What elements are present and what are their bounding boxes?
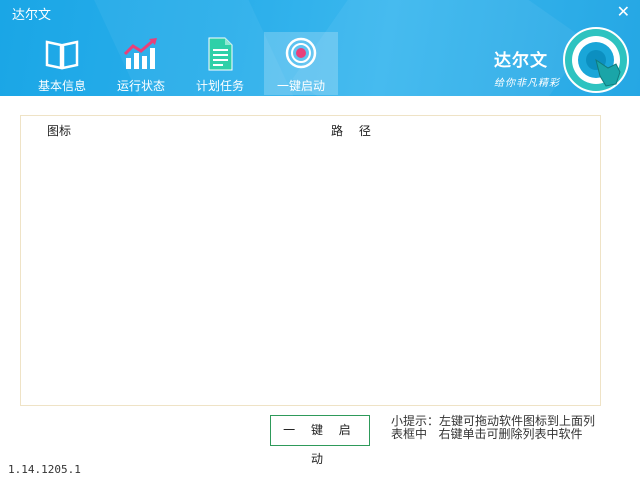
column-header-icon: 图标 [47, 124, 72, 138]
tab-basic-info[interactable]: 基本信息 [25, 32, 99, 95]
hint-line: 表框中 右键单击可删除列表中软件 [391, 427, 583, 441]
close-icon[interactable]: ✕ [617, 2, 630, 21]
brand-slogan: 给你非凡精彩 [494, 78, 560, 89]
power-target-icon [285, 37, 317, 69]
hint-text: 小提示：左键可拖动软件图标到上面列 表框中 右键单击可删除列表中软件 [391, 415, 595, 441]
book-icon [45, 40, 79, 70]
chart-icon [123, 38, 157, 69]
document-icon [208, 37, 233, 71]
brand: 达尔文 给你非凡精彩 [494, 46, 560, 89]
tab-label: 基本信息 [37, 79, 86, 93]
tab-label: 计划任务 [195, 79, 244, 93]
column-header-path: 路 径 [331, 124, 377, 138]
tab-scheduled-tasks[interactable]: 计划任务 [183, 32, 257, 95]
header-bar: 达尔文 ✕ 基本信息 运行状态 计划任务 一键启动 达尔文 给你非凡精彩 [0, 0, 640, 96]
tab-one-key-launch[interactable]: 一键启动 [264, 32, 338, 95]
brand-name: 达尔文 [494, 51, 548, 71]
one-key-launch-button[interactable]: 一 键 启 动 [270, 415, 370, 466]
tab-label: 运行状态 [116, 79, 165, 93]
version-label: 1.14.1205.1 [8, 463, 81, 476]
finger-touch-logo [563, 27, 629, 93]
tab-label: 一键启动 [276, 79, 325, 93]
tab-run-status[interactable]: 运行状态 [104, 32, 178, 95]
window-title: 达尔文 [12, 8, 52, 23]
software-list[interactable]: 图标 路 径 [20, 115, 601, 406]
